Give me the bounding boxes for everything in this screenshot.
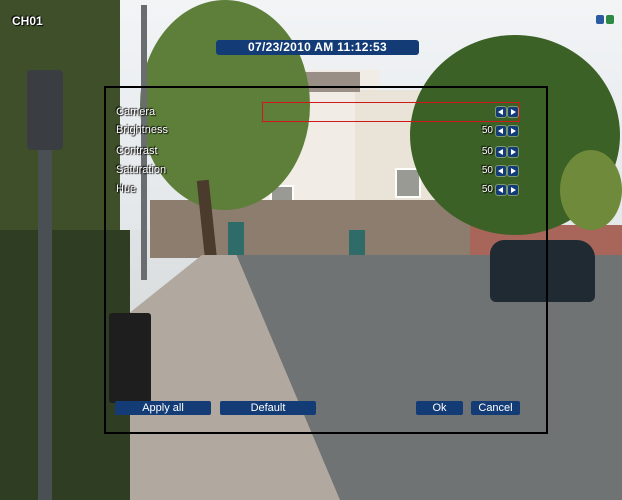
value-control: 50 [482,165,518,176]
arrow-right-icon[interactable] [508,107,518,117]
setting-label: Saturation [116,164,167,176]
record-status-icon [596,15,604,24]
tree [560,150,622,230]
setting-label: Contrast [116,145,158,157]
arrow-right-icon[interactable] [508,184,518,195]
setting-label: Brightness [116,124,168,136]
arrow-right-icon[interactable] [508,146,518,157]
arrow-right-icon[interactable] [508,165,518,176]
setting-row-saturation[interactable]: Saturation 50 [116,164,520,178]
value-control: 50 [482,125,518,136]
setting-value: 50 [481,146,493,157]
arrow-right-icon[interactable] [508,125,518,136]
setting-value: 50 [481,125,493,136]
arrow-left-icon[interactable] [496,107,506,117]
setting-row-contrast[interactable]: Contrast 50 [116,145,520,159]
setting-row-brightness[interactable]: Brightness 50 [116,124,520,138]
arrow-left-icon[interactable] [496,184,506,195]
camera-settings-panel [104,86,548,434]
setting-value: 50 [481,165,493,176]
setting-row-camera[interactable]: Camera [116,106,520,120]
status-icons [596,15,614,24]
default-button[interactable]: Default [220,401,316,415]
value-control: 50 [482,146,518,157]
cancel-button[interactable]: Cancel [471,401,520,415]
arrow-left-icon[interactable] [496,125,506,136]
street-lamp-head [27,70,63,150]
arrow-left-icon[interactable] [496,146,506,157]
setting-value: 50 [481,184,493,195]
value-control [493,107,518,117]
setting-row-hue[interactable]: Hue 50 [116,183,520,197]
setting-label: Hue [116,183,137,195]
arrow-left-icon[interactable] [496,165,506,176]
apply-all-button[interactable]: Apply all [115,401,211,415]
ok-button[interactable]: Ok [416,401,463,415]
datetime-display: 07/23/2010 AM 11:12:53 [216,40,419,55]
value-control: 50 [482,184,518,195]
network-status-icon [606,15,614,24]
setting-label: Camera [116,106,156,118]
channel-label: CH01 [12,14,43,28]
